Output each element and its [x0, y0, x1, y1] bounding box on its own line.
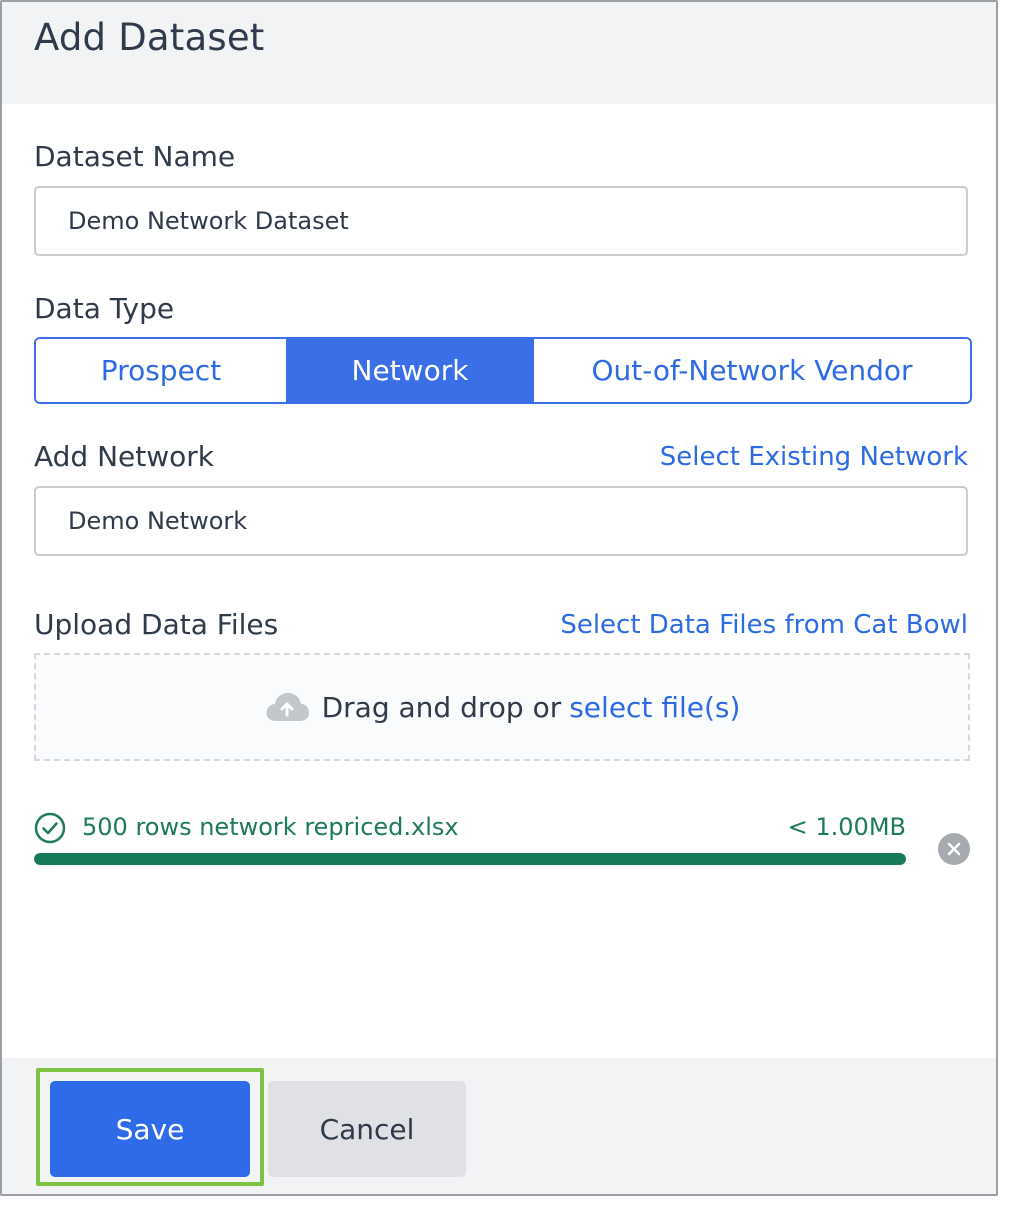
data-type-out-of-network-vendor[interactable]: Out-of-Network Vendor — [532, 339, 970, 402]
save-button[interactable]: Save — [50, 1081, 250, 1177]
drop-text: Drag and drop or — [321, 690, 562, 724]
dialog-title: Add Dataset — [34, 16, 265, 59]
cancel-button[interactable]: Cancel — [268, 1081, 466, 1177]
dataset-name-label: Dataset Name — [34, 140, 236, 173]
dialog-header: Add Dataset — [2, 2, 996, 104]
select-existing-network-link[interactable]: Select Existing Network — [660, 442, 968, 472]
uploaded-file-item: 500 rows network repriced.xlsx < 1.00MB — [34, 810, 906, 850]
upload-progress-bar — [34, 853, 906, 865]
data-type-network[interactable]: Network — [286, 339, 532, 402]
close-circle-icon[interactable] — [938, 833, 970, 865]
upload-progress-fill — [34, 853, 906, 865]
add-network-label: Add Network — [34, 440, 215, 473]
cloud-upload-icon — [264, 691, 310, 723]
upload-data-files-label: Upload Data Files — [34, 608, 279, 641]
select-from-cat-bowl-link[interactable]: Select Data Files from Cat Bowl — [560, 610, 968, 640]
data-type-label: Data Type — [34, 292, 175, 325]
add-dataset-dialog: Add Dataset Dataset Name Data Type Prosp… — [0, 0, 998, 1196]
file-size: < 1.00MB — [787, 813, 906, 841]
select-files-link[interactable]: select file(s) — [569, 691, 740, 724]
data-type-prospect[interactable]: Prospect — [36, 339, 286, 402]
data-type-segmented-control: Prospect Network Out-of-Network Vendor — [34, 337, 972, 404]
check-circle-icon — [34, 812, 66, 844]
file-name: 500 rows network repriced.xlsx — [82, 813, 459, 841]
dataset-name-input[interactable] — [34, 186, 968, 256]
network-name-input[interactable] — [34, 486, 968, 556]
file-dropzone[interactable]: Drag and drop or select file(s) — [34, 653, 970, 761]
